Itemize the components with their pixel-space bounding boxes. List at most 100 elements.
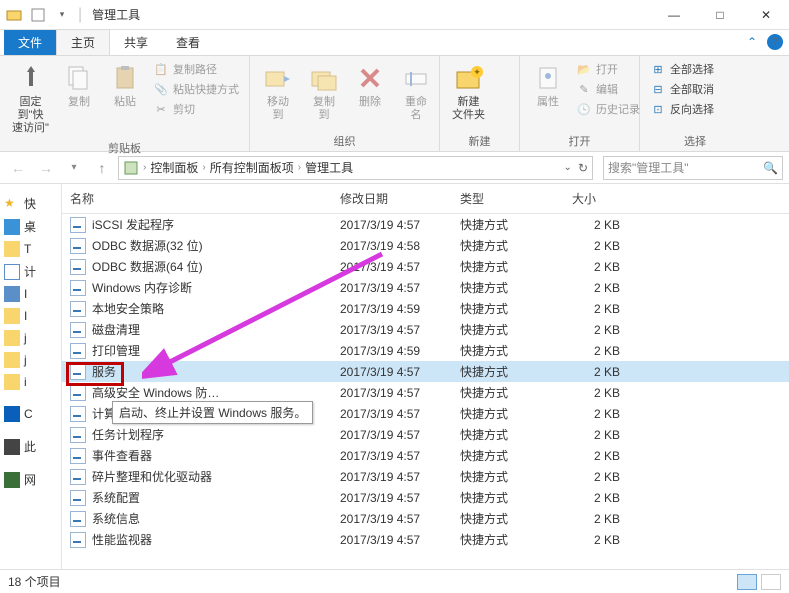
nav-quick-access[interactable]: ★快 bbox=[0, 192, 61, 215]
file-name: 系统配置 bbox=[92, 489, 140, 506]
file-name: ODBC 数据源(32 位) bbox=[92, 237, 203, 254]
file-date: 2017/3/19 4:57 bbox=[332, 512, 452, 526]
controlpanel-icon bbox=[123, 160, 139, 176]
file-size: 2 KB bbox=[564, 470, 644, 484]
delete-button[interactable]: 删除 bbox=[350, 60, 390, 111]
col-type[interactable]: 类型 bbox=[452, 184, 564, 213]
nav-item[interactable]: T bbox=[0, 238, 61, 260]
table-row[interactable]: 本地安全策略2017/3/19 4:59快捷方式2 KB bbox=[62, 298, 789, 319]
rename-button[interactable]: 重命名 bbox=[396, 60, 436, 124]
invert-button[interactable]: ⊡反向选择 bbox=[648, 100, 716, 118]
file-list[interactable]: 名称 修改日期 类型 大小 iSCSI 发起程序2017/3/19 4:57快捷… bbox=[62, 184, 789, 569]
file-type: 快捷方式 bbox=[452, 468, 564, 485]
col-name[interactable]: 名称 bbox=[62, 184, 332, 213]
file-size: 2 KB bbox=[564, 344, 644, 358]
edit-button[interactable]: ✎编辑 bbox=[574, 80, 642, 98]
nav-folder[interactable]: j bbox=[0, 327, 61, 349]
table-row[interactable]: 性能监视器2017/3/19 4:57快捷方式2 KB bbox=[62, 529, 789, 550]
copypath-button[interactable]: 📋复制路径 bbox=[151, 60, 241, 78]
minimize-button[interactable]: — bbox=[651, 0, 697, 30]
file-size: 2 KB bbox=[564, 302, 644, 316]
nav-music[interactable]: I bbox=[0, 305, 61, 327]
selectnone-button[interactable]: ⊟全部取消 bbox=[648, 80, 716, 98]
table-row[interactable]: 磁盘清理2017/3/19 4:57快捷方式2 KB bbox=[62, 319, 789, 340]
col-date[interactable]: 修改日期 bbox=[332, 184, 452, 213]
newfolder-button[interactable]: ✦ 新建 文件夹 bbox=[448, 60, 489, 124]
file-date: 2017/3/19 4:57 bbox=[332, 533, 452, 547]
file-type: 快捷方式 bbox=[452, 216, 564, 233]
forward-button[interactable]: → bbox=[34, 156, 58, 180]
title-bar: ▾ | 管理工具 — □ ✕ bbox=[0, 0, 789, 30]
table-row[interactable]: 系统配置2017/3/19 4:57快捷方式2 KB bbox=[62, 487, 789, 508]
nav-onedrive[interactable]: C bbox=[0, 403, 61, 425]
up-button[interactable]: ↑ bbox=[90, 156, 114, 180]
moveto-button[interactable]: 移动到 bbox=[258, 60, 298, 124]
view-details-button[interactable] bbox=[737, 574, 757, 590]
shortcut-icon bbox=[70, 490, 86, 506]
paste-button[interactable]: 粘贴 bbox=[105, 60, 145, 111]
search-icon[interactable]: 🔍 bbox=[763, 161, 778, 175]
file-size: 2 KB bbox=[564, 239, 644, 253]
table-row[interactable]: 事件查看器2017/3/19 4:57快捷方式2 KB bbox=[62, 445, 789, 466]
file-type: 快捷方式 bbox=[452, 258, 564, 275]
cut-button[interactable]: ✂剪切 bbox=[151, 100, 241, 118]
pin-button[interactable]: 固定到"快 速访问" bbox=[8, 60, 53, 138]
nav-this-pc[interactable]: 此 bbox=[0, 435, 61, 458]
history-button[interactable]: 🕓历史记录 bbox=[574, 100, 642, 118]
tab-share[interactable]: 共享 bbox=[110, 30, 162, 55]
ribbon-collapse-icon[interactable]: ⌃ bbox=[747, 35, 757, 49]
tab-file[interactable]: 文件 bbox=[4, 30, 56, 55]
table-row[interactable]: ODBC 数据源(64 位)2017/3/19 4:57快捷方式2 KB bbox=[62, 256, 789, 277]
open-button[interactable]: 📂打开 bbox=[574, 60, 642, 78]
file-type: 快捷方式 bbox=[452, 531, 564, 548]
table-row[interactable]: 打印管理2017/3/19 4:59快捷方式2 KB bbox=[62, 340, 789, 361]
pasteshortcut-button[interactable]: 📎粘贴快捷方式 bbox=[151, 80, 241, 98]
file-size: 2 KB bbox=[564, 386, 644, 400]
file-date: 2017/3/19 4:57 bbox=[332, 365, 452, 379]
table-row[interactable]: ODBC 数据源(32 位)2017/3/19 4:58快捷方式2 KB bbox=[62, 235, 789, 256]
table-row[interactable]: Windows 内存诊断2017/3/19 4:57快捷方式2 KB bbox=[62, 277, 789, 298]
copyto-button[interactable]: 复制到 bbox=[304, 60, 344, 124]
file-type: 快捷方式 bbox=[452, 237, 564, 254]
file-size: 2 KB bbox=[564, 260, 644, 274]
table-row[interactable]: 系统信息2017/3/19 4:57快捷方式2 KB bbox=[62, 508, 789, 529]
shortcut-icon bbox=[70, 280, 86, 296]
refresh-icon[interactable]: ↻ bbox=[578, 161, 588, 175]
copy-button[interactable]: 复制 bbox=[59, 60, 99, 111]
maximize-button[interactable]: □ bbox=[697, 0, 743, 30]
properties-button[interactable]: 属性 bbox=[528, 60, 568, 111]
close-button[interactable]: ✕ bbox=[743, 0, 789, 30]
table-row[interactable]: 高级安全 Windows 防…2017/3/19 4:57快捷方式2 KB bbox=[62, 382, 789, 403]
breadcrumb[interactable]: › 控制面板 › 所有控制面板项 › 管理工具 ⌄ ↻ bbox=[118, 156, 593, 180]
recent-dropdown[interactable]: ▾ bbox=[62, 156, 86, 180]
file-name: 事件查看器 bbox=[92, 447, 152, 464]
nav-desktop[interactable]: 桌 bbox=[0, 215, 61, 238]
help-icon[interactable]: ? bbox=[767, 34, 783, 50]
col-size[interactable]: 大小 bbox=[564, 184, 644, 213]
nav-pane[interactable]: ★快 桌 T 计 I I j j i C 此 网 bbox=[0, 184, 62, 569]
view-icons-button[interactable] bbox=[761, 574, 781, 590]
search-input[interactable]: 搜索"管理工具" 🔍 bbox=[603, 156, 783, 180]
file-name: 性能监视器 bbox=[92, 531, 152, 548]
file-type: 快捷方式 bbox=[452, 300, 564, 317]
nav-folder[interactable]: j bbox=[0, 349, 61, 371]
tab-view[interactable]: 查看 bbox=[162, 30, 214, 55]
file-date: 2017/3/19 4:57 bbox=[332, 449, 452, 463]
table-row[interactable]: iSCSI 发起程序2017/3/19 4:57快捷方式2 KB bbox=[62, 214, 789, 235]
table-row[interactable]: 碎片整理和优化驱动器2017/3/19 4:57快捷方式2 KB bbox=[62, 466, 789, 487]
nav-downloads[interactable]: I bbox=[0, 283, 61, 305]
table-row[interactable]: 服务2017/3/19 4:57快捷方式2 KB bbox=[62, 361, 789, 382]
selectall-button[interactable]: ⊞全部选择 bbox=[648, 60, 716, 78]
file-size: 2 KB bbox=[564, 218, 644, 232]
column-headers[interactable]: 名称 修改日期 类型 大小 bbox=[62, 184, 789, 214]
tab-home[interactable]: 主页 bbox=[56, 29, 110, 55]
nav-links[interactable]: i bbox=[0, 371, 61, 393]
table-row[interactable]: 任务计划程序2017/3/19 4:57快捷方式2 KB bbox=[62, 424, 789, 445]
nav-documents[interactable]: 计 bbox=[0, 260, 61, 283]
nav-network[interactable]: 网 bbox=[0, 468, 61, 491]
shortcut-icon bbox=[70, 448, 86, 464]
back-button[interactable]: ← bbox=[6, 156, 30, 180]
file-size: 2 KB bbox=[564, 428, 644, 442]
group-open-label: 打开 bbox=[528, 131, 631, 149]
qat-dropdown-icon[interactable]: ▾ bbox=[54, 7, 70, 23]
